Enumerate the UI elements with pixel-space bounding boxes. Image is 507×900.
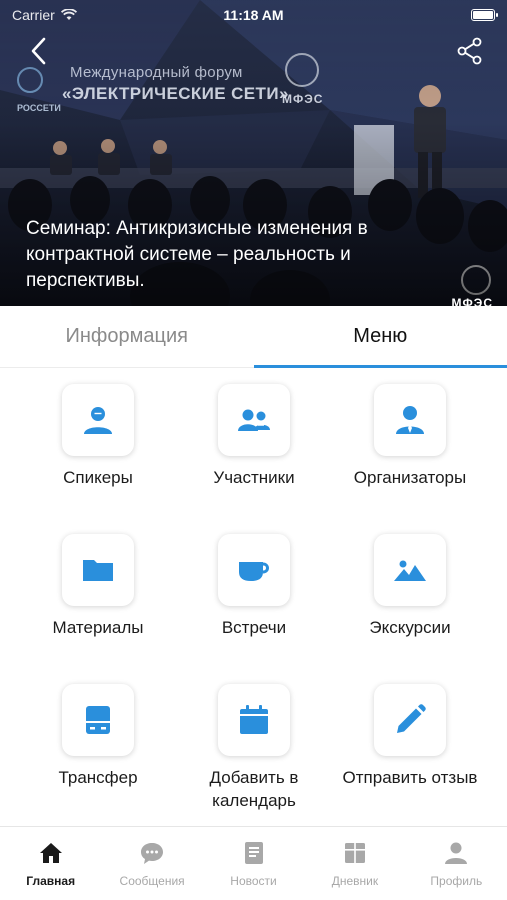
cup-icon bbox=[239, 562, 269, 581]
nav-label: Главная bbox=[26, 873, 76, 888]
share-icon bbox=[457, 37, 482, 65]
menu-item-label: Участники bbox=[213, 468, 295, 487]
banner-brand-logo: МФЭС bbox=[282, 92, 324, 106]
menu-item-excursions[interactable]: Экскурсии bbox=[332, 534, 488, 639]
participants-icon bbox=[238, 409, 270, 431]
chevron-left-icon bbox=[31, 37, 46, 65]
menu-icon-box bbox=[62, 534, 134, 606]
nav-label: Новости bbox=[230, 873, 277, 888]
diary-icon bbox=[344, 842, 365, 863]
menu-item-label: Экскурсии bbox=[369, 618, 451, 637]
folder-icon bbox=[83, 560, 113, 581]
menu-item-speakers[interactable]: Спикеры bbox=[20, 384, 176, 489]
tab-menu[interactable]: Меню bbox=[253, 306, 507, 368]
menu-item-organizers[interactable]: Организаторы bbox=[332, 384, 488, 489]
menu-icon-box bbox=[374, 684, 446, 756]
menu-row: Материалы Встречи Экскурсии bbox=[0, 534, 507, 674]
status-time: 11:18 AM bbox=[223, 7, 284, 23]
battery-icon bbox=[471, 9, 498, 21]
speaker-icon bbox=[84, 407, 112, 434]
menu-icon-box bbox=[374, 384, 446, 456]
menu-item-send-feedback[interactable]: Отправить отзыв bbox=[332, 684, 488, 789]
calendar-icon bbox=[240, 705, 268, 734]
nav-profile[interactable]: Профиль bbox=[406, 827, 507, 900]
menu-item-participants[interactable]: Участники bbox=[176, 384, 332, 489]
menu-item-label: Добавить в календарь bbox=[209, 768, 299, 810]
back-button[interactable] bbox=[24, 34, 54, 68]
tab-information[interactable]: Информация bbox=[0, 306, 254, 367]
menu-item-transfer[interactable]: Трансфер bbox=[20, 684, 176, 789]
organizer-icon bbox=[396, 406, 424, 434]
nav-label: Дневник bbox=[331, 873, 379, 888]
menu-icon-box bbox=[374, 534, 446, 606]
menu-item-label: Материалы bbox=[52, 618, 144, 637]
tab-bar: Информация Меню bbox=[0, 306, 507, 368]
event-title: Семинар: Антикризисные изменения в контр… bbox=[26, 218, 368, 291]
nav-label: Профиль bbox=[430, 873, 483, 888]
menu-icon-box bbox=[218, 384, 290, 456]
chat-icon bbox=[141, 842, 164, 864]
menu-icon-box bbox=[218, 534, 290, 606]
status-bar: Carrier 11:18 AM bbox=[0, 0, 507, 30]
menu-item-label: Спикеры bbox=[63, 468, 133, 487]
landscape-icon bbox=[394, 560, 426, 581]
nav-home[interactable]: Главная bbox=[0, 827, 101, 900]
nav-messages[interactable]: Сообщения bbox=[101, 827, 202, 900]
share-button[interactable] bbox=[455, 36, 485, 66]
pencil-icon bbox=[397, 704, 426, 733]
banner-forum-name: «ЭЛЕКТРИЧЕСКИЕ СЕТИ» bbox=[62, 84, 289, 103]
bottom-navigation: Главная Сообщения Новости Дневник Профил… bbox=[0, 826, 507, 900]
corner-brand-logo: МФЭС bbox=[451, 296, 493, 306]
menu-item-materials[interactable]: Материалы bbox=[20, 534, 176, 639]
menu-item-label: Встречи bbox=[221, 618, 287, 637]
menu-icon-box bbox=[62, 684, 134, 756]
banner-forum-text: Международный форум bbox=[70, 64, 243, 81]
menu-item-meetings[interactable]: Встречи bbox=[176, 534, 332, 639]
menu-row: Спикеры Участники Организаторы bbox=[0, 384, 507, 524]
profile-icon bbox=[445, 842, 468, 864]
nav-label: Сообщения bbox=[119, 873, 185, 888]
menu-row: Трансфер Добавить в календарь Отправить … bbox=[0, 684, 507, 824]
nav-news[interactable]: Новости bbox=[203, 827, 304, 900]
news-icon bbox=[244, 841, 263, 864]
menu-item-label: Отправить отзыв bbox=[342, 768, 478, 787]
menu-item-label: Организаторы bbox=[353, 468, 467, 487]
home-icon bbox=[39, 842, 62, 863]
menu-item-label: Трансфер bbox=[58, 768, 138, 787]
menu-item-add-to-calendar[interactable]: Добавить в календарь bbox=[176, 684, 332, 812]
nav-diary[interactable]: Дневник bbox=[304, 827, 405, 900]
menu-icon-box bbox=[218, 684, 290, 756]
event-hero: Международный форум «ЭЛЕКТРИЧЕСКИЕ СЕТИ»… bbox=[0, 0, 507, 306]
rosseti-logo: РОССЕТИ bbox=[17, 103, 61, 113]
transfer-icon bbox=[86, 706, 110, 734]
menu-icon-box bbox=[62, 384, 134, 456]
